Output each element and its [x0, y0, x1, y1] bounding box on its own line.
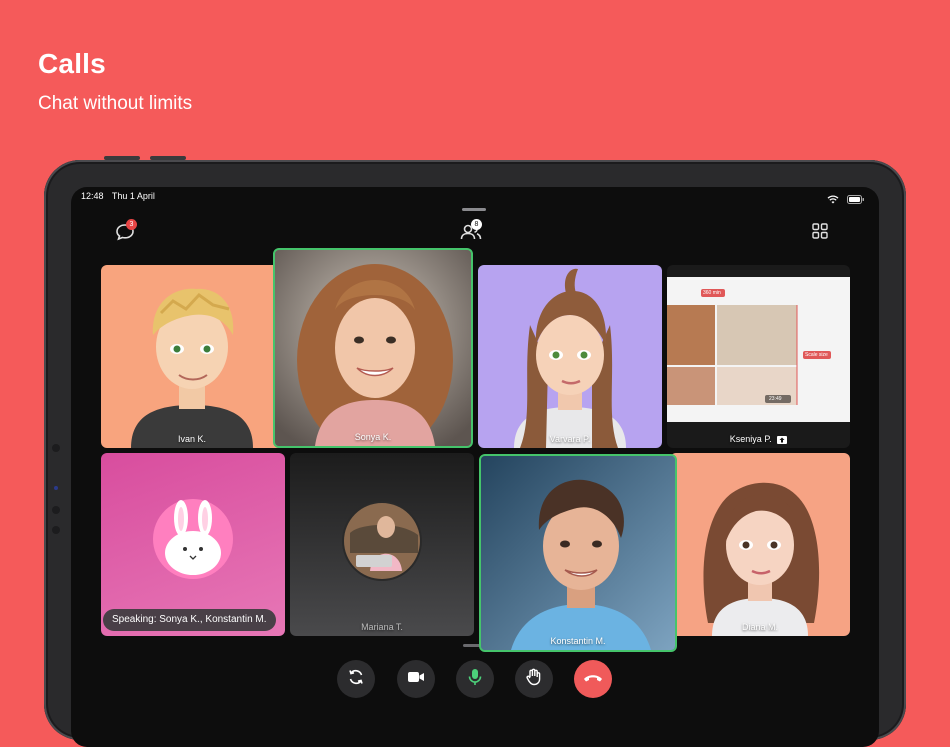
top-handle[interactable]: [462, 208, 486, 211]
video-mariana: [342, 501, 422, 581]
participant-tile-speaking[interactable]: Sonya K.: [273, 248, 473, 448]
wifi-icon: [827, 191, 839, 209]
microphone-toggle-button[interactable]: [456, 660, 494, 698]
end-call-button[interactable]: [574, 660, 612, 698]
participant-name: Ivan K.: [177, 434, 206, 444]
chat-badge: 3: [126, 219, 137, 230]
grid-icon: [812, 223, 828, 243]
speaking-indicator: Speaking: Sonya K., Konstantin M.: [103, 609, 276, 631]
tablet-side-sensor: [52, 444, 60, 452]
participant-name: Kseniya P.: [667, 434, 850, 444]
promo-title: Calls: [38, 48, 106, 79]
video-toggle-button[interactable]: [397, 660, 435, 698]
layout-grid-button[interactable]: [812, 223, 828, 244]
status-right: [827, 191, 865, 209]
participant-name-text: Kseniya P.: [729, 434, 772, 444]
status-date: Thu 1 April: [111, 191, 155, 201]
tablet-side-sensor: [52, 526, 60, 534]
avatar-diana: [703, 482, 820, 636]
switch-camera-icon: [347, 668, 365, 691]
participant-tile[interactable]: Diana M.: [670, 453, 850, 636]
chat-bubble-icon: [115, 224, 135, 245]
participant-tile[interactable]: Ivan K.: [101, 265, 283, 448]
screen-share-icon: [777, 435, 788, 444]
participants-badge: 8: [471, 219, 482, 230]
video-camera-icon: [407, 670, 425, 689]
raise-hand-button[interactable]: [515, 660, 553, 698]
video-sonya: [275, 250, 471, 446]
microphone-icon: [468, 668, 482, 691]
promo-subtitle: Chat without limits: [38, 93, 193, 114]
switch-camera-button[interactable]: [337, 660, 375, 698]
participant-tile[interactable]: Mariana T.: [290, 453, 474, 636]
raise-hand-icon: [525, 668, 543, 691]
participants-button[interactable]: 8: [460, 219, 482, 246]
status-time: 12:48: [81, 191, 104, 201]
screen-share-timestamp: 23:49: [769, 396, 782, 402]
screen-share-label-side: Scale size: [805, 352, 828, 358]
participant-name: Konstantin M.: [550, 636, 606, 646]
screen-share-label-top: 360 min: [703, 290, 721, 296]
tablet-side-sensor: [54, 486, 58, 490]
participant-tile-screenshare[interactable]: 360 min Scale size 23:49 Kseniya P.: [667, 265, 850, 448]
hang-up-icon: [583, 670, 603, 688]
participant-name: Sonya K.: [354, 432, 392, 442]
participant-tile-speaking[interactable]: Konstantin M.: [479, 454, 677, 652]
participant-name: Mariana T.: [361, 622, 403, 632]
avatar-ivan: [131, 288, 253, 448]
tablet-side-sensor: [52, 506, 60, 514]
status-bar: 12:48 Thu 1 April: [81, 191, 161, 201]
avatar-varvara: [514, 268, 626, 448]
chat-button[interactable]: 3: [115, 219, 137, 246]
tablet-screen: 12:48 Thu 1 April 3 8 Ivan K. Sonya K. V…: [71, 187, 879, 747]
participant-tile[interactable]: Varvara P.: [478, 265, 662, 448]
video-konstantin: [481, 456, 675, 650]
participant-name: Varvara P.: [549, 434, 591, 444]
participant-name: Diana M.: [741, 622, 778, 632]
participants-icon: [460, 224, 482, 245]
battery-icon: [847, 191, 865, 209]
